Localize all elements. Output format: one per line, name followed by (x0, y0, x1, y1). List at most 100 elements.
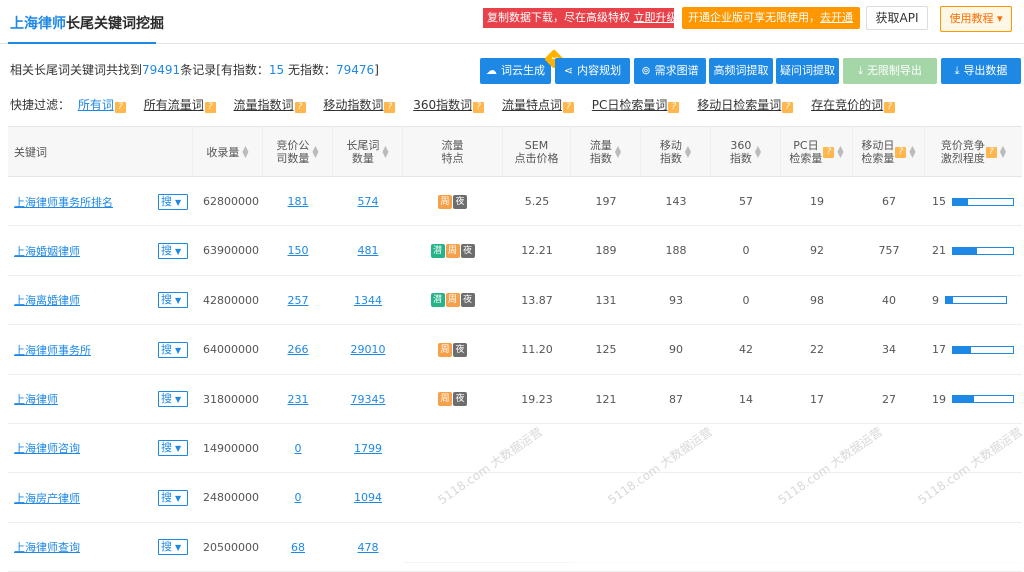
bid-companies-link[interactable]: 0 (295, 442, 302, 455)
enterprise-open-link[interactable]: 去开通 (820, 11, 853, 24)
enterprise-promo-banner[interactable]: 开通企业版可享无限使用，去开通 (682, 7, 860, 29)
bid-companies-link[interactable]: 181 (288, 195, 309, 208)
sem-price: 19.23 (521, 392, 553, 406)
filter-pc-daily-words[interactable]: PC日检索量词? (592, 96, 680, 113)
filter-mobile-daily-words[interactable]: 移动日检索量词? (697, 96, 794, 113)
col-bid-companies[interactable]: 竞价公 司数量 ▲ ▼ (263, 127, 333, 177)
download-icon: ⤓ (954, 64, 960, 77)
demand-graph-button[interactable]: ⊚ 需求图谱 (634, 58, 706, 84)
keyword-link[interactable]: 上海婚姻律师 (14, 243, 80, 259)
competition-bar-fill (953, 247, 977, 254)
keyword-link[interactable]: 上海房产律师 (14, 490, 80, 506)
caret-down-icon: ▼ (175, 493, 182, 503)
search-dropdown[interactable]: 搜 ▼ (158, 341, 188, 358)
filter-all-traffic-words[interactable]: 所有流量词? (144, 96, 216, 113)
traffic-trait-badge: 周 (438, 194, 452, 209)
filter-traffic-index-words[interactable]: 流量指数词? (234, 96, 306, 113)
keyword-link[interactable]: 上海律师事务所排名 (14, 194, 113, 210)
col-mobile-daily[interactable]: 移动日 检索量? ▲ ▼ (853, 127, 925, 177)
indexed-value: 20500000 (203, 540, 259, 554)
help-icon: ? (782, 102, 794, 113)
search-dropdown[interactable]: 搜 ▼ (158, 539, 188, 556)
competition-bar-fill (953, 346, 971, 353)
index-360-value: 14 (739, 392, 753, 406)
sem-price (503, 473, 571, 522)
indexed-value: 42800000 (203, 293, 259, 307)
longtail-link[interactable]: 481 (358, 244, 379, 257)
bid-companies-link[interactable]: 266 (288, 343, 309, 356)
pc-daily-value: 22 (810, 343, 824, 357)
caret-down-icon: ▼ (175, 197, 182, 207)
flow-index-value (571, 523, 641, 572)
col-indexed[interactable]: 收录量 ▲ ▼ (193, 127, 263, 177)
filter-traffic-trait-words[interactable]: 流量特点词? (502, 96, 574, 113)
competition-bar (952, 246, 1014, 255)
col-longtail[interactable]: 长尾词 数量 ▲ ▼ (333, 127, 403, 177)
col-mobile-index[interactable]: 移动 指数 ▲ ▼ (641, 127, 711, 177)
col-flow-index[interactable]: 流量 指数 ▲ ▼ (571, 127, 641, 177)
search-dropdown[interactable]: 搜 ▼ (158, 193, 188, 210)
bid-companies-link[interactable]: 231 (288, 393, 309, 406)
upgrade-link[interactable]: 立即升级 (634, 11, 675, 24)
filter-mobile-index-words[interactable]: 移动指数词? (323, 96, 396, 113)
graph-icon: ⊚ (641, 64, 651, 77)
unlimited-export-button[interactable]: ⤓ 无限制导出 (843, 58, 937, 84)
col-sem[interactable]: SEM 点击价格 (503, 127, 571, 177)
question-extract-button[interactable]: 疑问词提取 (776, 58, 839, 84)
help-icon: ? (114, 102, 126, 113)
keyword-link[interactable]: 上海律师 (14, 391, 58, 407)
high-freq-extract-button[interactable]: 高频词提取 (709, 58, 773, 84)
mobile-daily-value: 40 (882, 293, 896, 307)
word-cloud-button[interactable]: ☁ 词云生成 (480, 58, 551, 84)
longtail-link[interactable]: 478 (358, 541, 379, 554)
search-dropdown[interactable]: 搜 ▼ (158, 440, 188, 457)
flow-index-value: 121 (595, 392, 617, 406)
col-360-index[interactable]: 360 指数 ▲ ▼ (711, 127, 781, 177)
traffic-traits: 潜周夜 (403, 276, 503, 325)
bid-companies-link[interactable]: 68 (291, 541, 305, 554)
longtail-link[interactable]: 1344 (354, 294, 382, 307)
search-dropdown[interactable]: 搜 ▼ (158, 391, 188, 408)
export-data-button[interactable]: ⤓ 导出数据 (941, 58, 1021, 84)
longtail-link[interactable]: 1799 (354, 442, 382, 455)
pc-daily-value: 92 (810, 244, 824, 258)
longtail-link[interactable]: 29010 (351, 343, 386, 356)
traffic-traits: 周夜 (403, 325, 503, 374)
filter-bid-words[interactable]: 存在竞价的词? (811, 96, 896, 113)
col-pc-daily[interactable]: PC日 检索量? ▲ ▼ (781, 127, 853, 177)
search-dropdown[interactable]: 搜 ▼ (158, 292, 188, 309)
filter-360-index-words[interactable]: 360指数词? (413, 96, 485, 113)
bid-companies-link[interactable]: 0 (295, 491, 302, 504)
content-planning-button[interactable]: ⋖ 内容规划 (555, 58, 630, 84)
filter-all-words[interactable]: 所有词? (78, 96, 126, 113)
keyword-link[interactable]: 上海律师查询 (14, 539, 80, 555)
usage-guide-button[interactable]: 使用教程 ▾ (940, 6, 1012, 32)
mobile-index-value (641, 523, 711, 572)
get-api-button[interactable]: 获取API (866, 6, 928, 30)
longtail-link[interactable]: 1094 (354, 491, 382, 504)
longtail-link[interactable]: 574 (358, 195, 379, 208)
traffic-trait-badge: 夜 (460, 293, 475, 308)
upgrade-promo-banner[interactable]: 复制数据下载，尽在高级特权 立即升级 (483, 8, 674, 28)
result-summary: 相关长尾词关键词共找到79491条记录[有指数：15 无指数：79476] (10, 63, 379, 77)
mobile-index-value: 87 (669, 392, 683, 406)
sort-icon: ▲ ▼ (312, 144, 319, 159)
keyword-link[interactable]: 上海律师事务所 (14, 342, 91, 358)
keyword-link[interactable]: 上海离婚律师 (14, 292, 80, 308)
keyword-link[interactable]: 上海律师咨询 (14, 440, 80, 456)
longtail-link[interactable]: 79345 (351, 393, 386, 406)
quick-filter-label: 快捷过滤： (10, 98, 71, 112)
quick-filter-bar: 快捷过滤： 所有词? 所有流量词? 流量指数词? 移动指数词? 360指数词? … (10, 96, 909, 113)
search-dropdown[interactable]: 搜 ▼ (158, 242, 188, 259)
search-dropdown[interactable]: 搜 ▼ (158, 489, 188, 506)
col-competition[interactable]: 竞价竞争 激烈程度? ▲ ▼ (925, 127, 1022, 177)
bid-companies-link[interactable]: 257 (288, 294, 309, 307)
table-row: 上海律师事务所排名 搜 ▼ 62800000 181 574 周夜 5.25 19… (8, 177, 1022, 227)
index-360-value: 0 (742, 293, 750, 307)
mobile-daily-value: 67 (882, 195, 896, 208)
caret-down-icon: ▼ (175, 246, 182, 256)
bid-companies-link[interactable]: 150 (288, 244, 309, 257)
flow-index-value: 125 (595, 343, 617, 357)
share-icon: ⋖ (563, 64, 574, 77)
competition-bar (952, 197, 1014, 206)
